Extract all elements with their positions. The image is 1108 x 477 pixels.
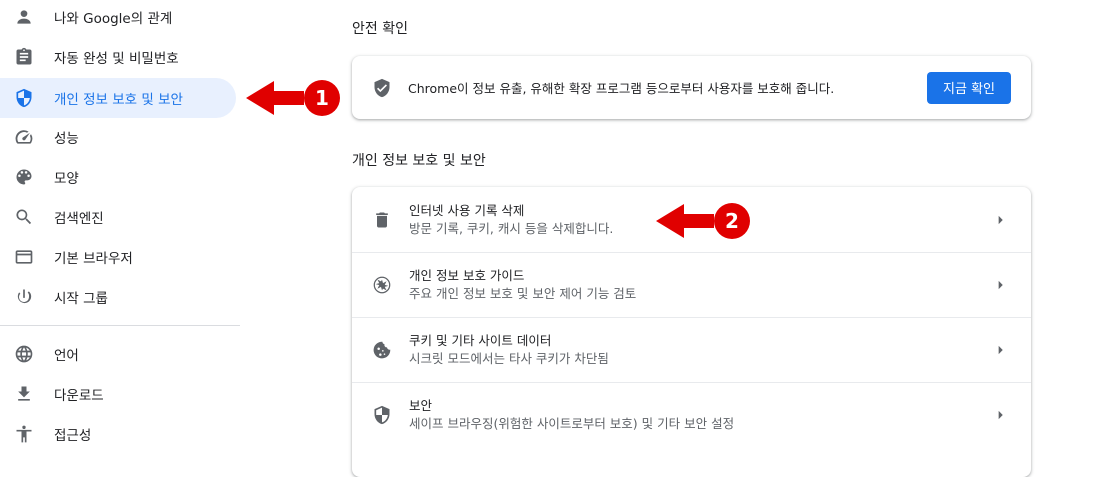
sidebar-item-downloads[interactable]: 다운로드: [0, 374, 236, 414]
row-title: 쿠키 및 기타 사이트 데이터: [409, 333, 552, 348]
privacy-security-heading: 개인 정보 보호 및 보안: [352, 153, 486, 169]
safety-check-description: Chrome이 정보 유출, 유해한 확장 프로그램 등으로부터 사용자를 보호…: [408, 81, 835, 96]
sidebar-item-appearance[interactable]: 모양: [0, 157, 236, 197]
power-icon: [14, 287, 34, 307]
sidebar-item-label: 접근성: [54, 428, 92, 444]
download-icon: [14, 384, 34, 404]
cookies-row[interactable]: 쿠키 및 기타 사이트 데이터 시크릿 모드에서는 타사 쿠키가 차단됨: [352, 317, 1031, 382]
sidebar-item-privacy[interactable]: 개인 정보 보호 및 보안: [0, 78, 236, 118]
row-title: 개인 정보 보호 가이드: [409, 268, 525, 283]
chevron-right-icon: [991, 405, 1011, 425]
sidebar-item-autofill[interactable]: 자동 완성 및 비밀번호: [0, 37, 236, 77]
sidebar-item-label: 기본 브라우저: [54, 251, 133, 267]
row-subtitle: 세이프 브라우징(위험한 사이트로부터 보호) 및 기타 보안 설정: [409, 416, 735, 431]
check-now-button[interactable]: 지금 확인: [927, 71, 1011, 104]
person-icon: [14, 7, 34, 27]
sidebar-item-label: 시작 그룹: [54, 291, 108, 307]
sidebar-item-label: 검색엔진: [54, 211, 104, 227]
sidebar-item-performance[interactable]: 성능: [0, 117, 236, 157]
shield-check-icon: [372, 78, 392, 98]
sidebar-item-on-startup[interactable]: 시작 그룹: [0, 277, 236, 317]
safety-check-card: Chrome이 정보 유출, 유해한 확장 프로그램 등으로부터 사용자를 보호…: [352, 56, 1031, 119]
safety-check-heading: 안전 확인: [352, 21, 408, 37]
palette-icon: [14, 167, 34, 187]
sidebar-item-label: 성능: [54, 131, 79, 147]
security-shield-icon: [372, 405, 392, 425]
search-icon: [14, 207, 34, 227]
chevron-right-icon: [991, 340, 1011, 360]
row-subtitle: 주요 개인 정보 보호 및 보안 제어 기능 검토: [409, 286, 637, 301]
privacy-guide-row[interactable]: 개인 정보 보호 가이드 주요 개인 정보 보호 및 보안 제어 기능 검토: [352, 252, 1031, 317]
globe-icon: [14, 344, 34, 364]
accessibility-icon: [14, 424, 34, 444]
cookie-icon: [372, 340, 392, 360]
annotation-arrow-1: 1: [246, 80, 340, 116]
annotation-number-1: 1: [315, 86, 329, 110]
annotation-arrow-2: 2: [656, 203, 750, 239]
chevron-right-icon: [991, 275, 1011, 295]
shield-icon: [14, 88, 34, 108]
annotation-number-2: 2: [725, 209, 739, 233]
sidebar-item-label: 언어: [54, 348, 79, 364]
sidebar-item-languages[interactable]: 언어: [0, 334, 236, 374]
sidebar-item-label: 자동 완성 및 비밀번호: [54, 51, 179, 67]
sidebar-item-default-browser[interactable]: 기본 브라우저: [0, 237, 236, 277]
row-subtitle: 시크릿 모드에서는 타사 쿠키가 차단됨: [409, 351, 609, 366]
sidebar-item-label: 다운로드: [54, 388, 104, 404]
trash-icon: [372, 210, 392, 230]
speedometer-icon: [14, 127, 34, 147]
sidebar-item-label: 나와 Google의 관계: [54, 11, 173, 27]
sidebar-item-google[interactable]: 나와 Google의 관계: [0, 0, 236, 37]
browser-window-icon: [14, 247, 34, 267]
chevron-right-icon: [991, 210, 1011, 230]
security-row[interactable]: 보안 세이프 브라우징(위험한 사이트로부터 보호) 및 기타 보안 설정: [352, 382, 1031, 447]
sidebar: 나와 Google의 관계 자동 완성 및 비밀번호 개인 정보 보호 및 보안…: [0, 0, 240, 450]
compass-icon: [372, 275, 392, 295]
sidebar-item-accessibility[interactable]: 접근성: [0, 414, 236, 454]
row-title: 보안: [409, 398, 433, 413]
sidebar-item-label: 개인 정보 보호 및 보안: [54, 92, 183, 108]
sidebar-item-search-engine[interactable]: 검색엔진: [0, 197, 236, 237]
clipboard-icon: [14, 47, 34, 67]
sidebar-divider: [0, 325, 240, 326]
sidebar-item-label: 모양: [54, 171, 79, 187]
